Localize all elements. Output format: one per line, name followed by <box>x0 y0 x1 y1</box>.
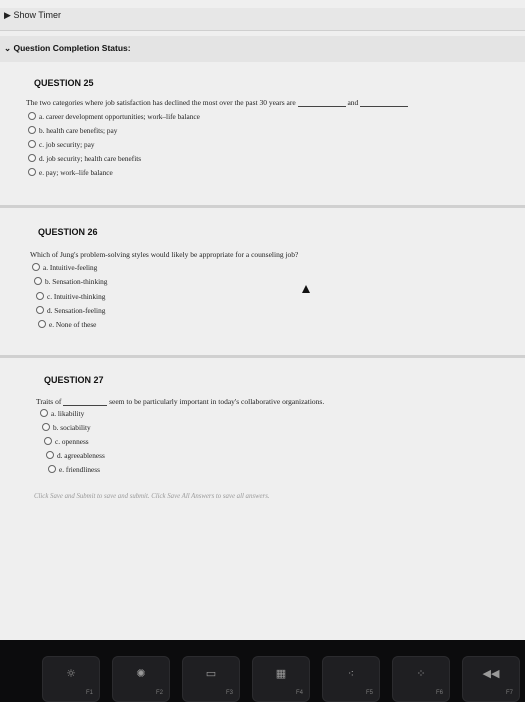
radio-icon[interactable] <box>36 306 44 314</box>
key-label: F7 <box>505 690 513 696</box>
brightness-up-icon: ✺ <box>136 667 146 680</box>
question-25-title: QUESTION 25 <box>34 78 94 88</box>
radio-icon[interactable] <box>32 263 40 271</box>
radio-icon[interactable] <box>48 465 56 473</box>
question-separator <box>0 205 525 208</box>
radio-icon[interactable] <box>28 168 36 176</box>
question-26-option-c[interactable]: c. Intuitive-thinking <box>36 292 105 301</box>
question-27-option-b[interactable]: b. sociability <box>42 423 91 432</box>
question-26-option-b[interactable]: b. Sensation-thinking <box>34 277 107 286</box>
key-label: F6 <box>435 690 443 696</box>
key-label: F5 <box>365 690 373 696</box>
option-label: b. Sensation-thinking <box>45 277 108 286</box>
option-label: e. pay; work–life balance <box>39 168 113 177</box>
key-label: F1 <box>85 690 93 696</box>
rewind-icon: ◀◀ <box>482 667 500 680</box>
option-label: c. job security; pay <box>39 140 95 149</box>
radio-icon[interactable] <box>38 320 46 328</box>
radio-icon[interactable] <box>40 409 48 417</box>
key-f6[interactable]: ⁘ F6 <box>392 656 450 702</box>
question-27-text: Traits of seem to be particularly import… <box>36 397 324 406</box>
radio-icon[interactable] <box>34 277 42 285</box>
question-27-option-e[interactable]: e. friendliness <box>48 465 100 474</box>
question-separator <box>0 355 525 358</box>
radio-icon[interactable] <box>46 451 54 459</box>
timer-bar <box>0 8 525 31</box>
option-label: b. health care benefits; pay <box>39 126 118 135</box>
option-label: c. Intuitive-thinking <box>47 292 106 301</box>
launchpad-icon: ▦ <box>275 667 287 680</box>
option-label: b. sociability <box>53 423 91 432</box>
key-f2[interactable]: ✺ F2 <box>112 656 170 702</box>
option-label: d. agreeableness <box>57 451 105 460</box>
radio-icon[interactable] <box>28 140 36 148</box>
key-f5[interactable]: ⁖ F5 <box>322 656 380 702</box>
question-25-option-e[interactable]: e. pay; work–life balance <box>28 168 113 177</box>
question-25-option-c[interactable]: c. job security; pay <box>28 140 95 149</box>
question-25-option-a[interactable]: a. career development opportunities; wor… <box>28 112 200 121</box>
keyboard-backlight-up-icon: ⁘ <box>416 667 426 680</box>
radio-icon[interactable] <box>42 423 50 431</box>
radio-icon[interactable] <box>28 154 36 162</box>
key-label: F3 <box>225 690 233 696</box>
key-label: F2 <box>155 690 163 696</box>
question-26-title: QUESTION 26 <box>38 227 98 237</box>
chevron-down-icon: ⌄ <box>4 43 12 53</box>
browser-screen: ▶ Show Timer ⌄ Question Completion Statu… <box>0 0 525 640</box>
question-27-option-c[interactable]: c. openness <box>44 437 89 446</box>
question-25-option-b[interactable]: b. health care benefits; pay <box>28 126 117 135</box>
show-timer-toggle[interactable]: ▶ Show Timer <box>4 10 61 21</box>
show-timer-label: Show Timer <box>13 10 61 20</box>
completion-status-toggle[interactable]: ⌄ Question Completion Status: <box>4 43 131 54</box>
key-f3[interactable]: ▭ F3 <box>182 656 240 702</box>
key-f1[interactable]: ☼ F1 <box>42 656 100 702</box>
question-26-option-a[interactable]: a. Intuitive-feeling <box>32 263 97 272</box>
radio-icon[interactable] <box>28 112 36 120</box>
completion-status-label: Question Completion Status: <box>13 43 131 53</box>
question-25-text: The two categories where job satisfactio… <box>26 98 409 107</box>
question-26-text: Which of Jung's problem-solving styles w… <box>30 250 299 259</box>
keyboard-backlight-down-icon: ⁖ <box>347 667 355 680</box>
radio-icon[interactable] <box>36 292 44 300</box>
triangle-right-icon: ▶ <box>4 10 11 20</box>
question-26-option-d[interactable]: d. Sensation-feeling <box>36 306 105 315</box>
mission-control-icon: ▭ <box>205 667 217 680</box>
keyboard-function-row: ☼ F1 ✺ F2 ▭ F3 ▦ F4 ⁖ F5 ⁘ F6 ◀◀ F7 <box>0 648 525 702</box>
key-f7[interactable]: ◀◀ F7 <box>462 656 520 702</box>
question-27-text-part-b: seem to be particularly important in tod… <box>109 397 325 406</box>
question-27-blank <box>63 405 108 406</box>
question-27-text-part-a: Traits of <box>36 397 62 406</box>
key-f4[interactable]: ▦ F4 <box>252 656 310 702</box>
radio-icon[interactable] <box>44 437 52 445</box>
question-25-option-d[interactable]: d. job security; health care benefits <box>28 154 141 163</box>
option-label: a. career development opportunities; wor… <box>39 112 200 121</box>
question-25-text-part-a: The two categories where job satisfactio… <box>26 98 296 107</box>
option-label: a. Intuitive-feeling <box>43 263 98 272</box>
option-label: a. likability <box>51 409 85 418</box>
radio-icon[interactable] <box>28 126 36 134</box>
question-27-option-a[interactable]: a. likability <box>40 409 84 418</box>
brightness-down-icon: ☼ <box>66 667 76 680</box>
option-label: d. Sensation-feeling <box>47 306 106 315</box>
option-label: e. friendliness <box>59 465 100 474</box>
question-25-text-part-b: and <box>347 98 359 107</box>
question-26-option-e[interactable]: e. None of these <box>38 320 96 329</box>
question-25-blank-2 <box>360 106 409 107</box>
option-label: c. openness <box>55 437 89 446</box>
question-27-option-d[interactable]: d. agreeableness <box>46 451 105 460</box>
option-label: d. job security; health care benefits <box>39 154 142 163</box>
option-label: e. None of these <box>49 320 97 329</box>
mouse-cursor-icon <box>302 285 310 293</box>
question-25-blank-1 <box>297 106 346 107</box>
key-label: F4 <box>295 690 303 696</box>
save-instructions: Click Save and Submit to save and submit… <box>34 493 270 500</box>
question-27-title: QUESTION 27 <box>44 375 104 385</box>
